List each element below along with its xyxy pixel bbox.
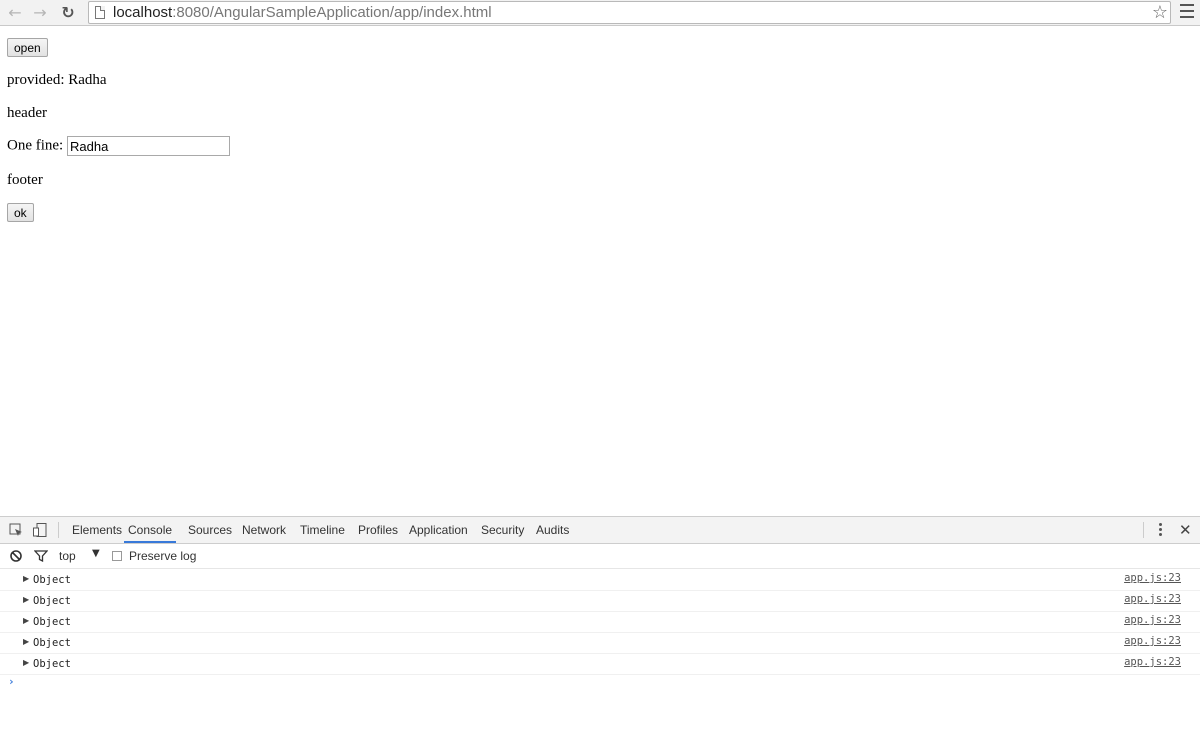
console-object-text[interactable]: Object [33,574,71,586]
console-object-text[interactable]: Object [33,616,71,628]
console-row[interactable]: ▶ Object app.js:23 [0,570,1200,591]
console-object-text[interactable]: Object [33,637,71,649]
provided-text: provided: Radha [7,72,107,88]
tab-network[interactable]: Network [242,517,286,543]
browser-toolbar: ← → ↻ localhost:8080/AngularSampleApplic… [0,0,1200,26]
expand-arrow-icon[interactable]: ▶ [23,658,29,667]
source-link[interactable]: app.js:23 [1124,593,1181,605]
close-icon[interactable]: ✕ [1179,520,1192,540]
console-toolbar: top ▼ Preserve log [0,544,1200,569]
tab-console[interactable]: Console [124,517,177,543]
address-bar[interactable]: localhost:8080/AngularSampleApplication/… [88,1,1171,24]
star-icon[interactable]: ☆ [1152,2,1168,23]
reload-icon[interactable]: ↻ [58,3,78,23]
expand-arrow-icon[interactable]: ▶ [23,595,29,604]
source-link[interactable]: app.js:23 [1124,635,1181,647]
one-fine-label: One fine: [7,137,64,154]
console-row[interactable]: ▶ Object app.js:23 [0,591,1200,612]
tab-application[interactable]: Application [409,517,468,543]
open-button[interactable]: open [7,38,48,57]
tab-sources[interactable]: Sources [188,517,232,543]
context-dropdown-icon[interactable]: ▼ [92,548,100,559]
console-row[interactable]: ▶ Object app.js:23 [0,654,1200,675]
tab-audits[interactable]: Audits [536,517,569,543]
expand-arrow-icon[interactable]: ▶ [23,574,29,583]
url-host: localhost [113,4,173,21]
forward-icon[interactable]: → [30,3,50,23]
tabbar-divider [58,522,59,538]
tab-timeline[interactable]: Timeline [300,517,345,543]
tabbar-divider-right [1143,522,1144,538]
console-object-text[interactable]: Object [33,595,71,607]
ok-button[interactable]: ok [7,203,34,222]
console-row[interactable]: ▶ Object app.js:23 [0,633,1200,654]
console-row[interactable]: ▶ Object app.js:23 [0,612,1200,633]
source-link[interactable]: app.js:23 [1124,656,1181,668]
clear-console-icon[interactable] [10,550,22,562]
console-messages: ▶ Object app.js:23 ▶ Object app.js:23 ▶ Object a… [0,570,1200,693]
devtools-tabbar: Elements Console Sources Network Timeline Pro… [0,517,1200,544]
more-options-icon[interactable] [1156,523,1164,539]
page-viewport: open provided: Radha header One fine: fo… [0,26,1200,516]
devtools-panel: Elements Console Sources Network Timeline Pro… [0,516,1200,731]
expand-arrow-icon[interactable]: ▶ [23,616,29,625]
preserve-log-label: Preserve log [129,549,197,563]
tab-security[interactable]: Security [481,517,524,543]
console-object-text[interactable]: Object [33,658,71,670]
device-icon[interactable] [33,523,47,537]
tab-profiles[interactable]: Profiles [358,517,398,543]
footer-text: footer [7,172,43,188]
preserve-log-checkbox[interactable] [112,551,122,561]
console-prompt[interactable]: › [0,675,1200,693]
header-text: header [7,105,47,121]
filter-icon[interactable] [34,550,48,562]
name-input[interactable] [66,136,230,156]
menu-icon[interactable] [1180,4,1194,20]
back-icon[interactable]: ← [5,3,25,23]
source-link[interactable]: app.js:23 [1124,572,1181,584]
one-fine-row: One fine: [7,136,230,156]
tab-elements[interactable]: Elements [72,517,122,543]
expand-arrow-icon[interactable]: ▶ [23,637,29,646]
url-path: :8080/AngularSampleApplication/app/index… [172,4,492,21]
page-icon [95,6,105,19]
prompt-chevron-icon: › [8,675,15,688]
context-selector[interactable]: top [59,549,76,563]
inspect-icon[interactable] [9,523,23,537]
url-text[interactable]: localhost:8080/AngularSampleApplication/… [113,4,492,22]
source-link[interactable]: app.js:23 [1124,614,1181,626]
